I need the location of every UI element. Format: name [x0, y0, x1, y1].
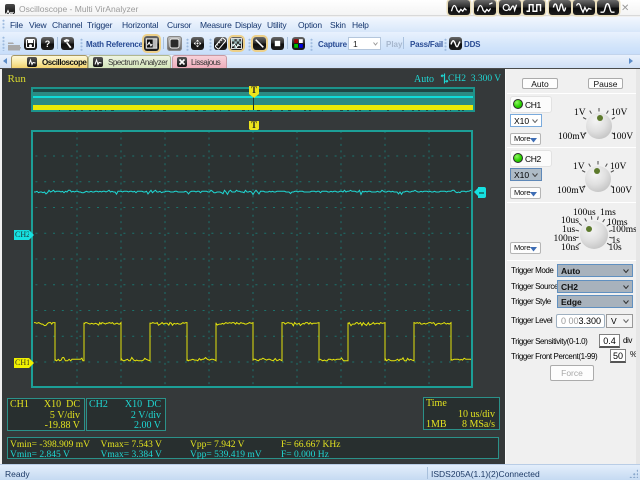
svg-text:?: ?	[45, 39, 51, 49]
